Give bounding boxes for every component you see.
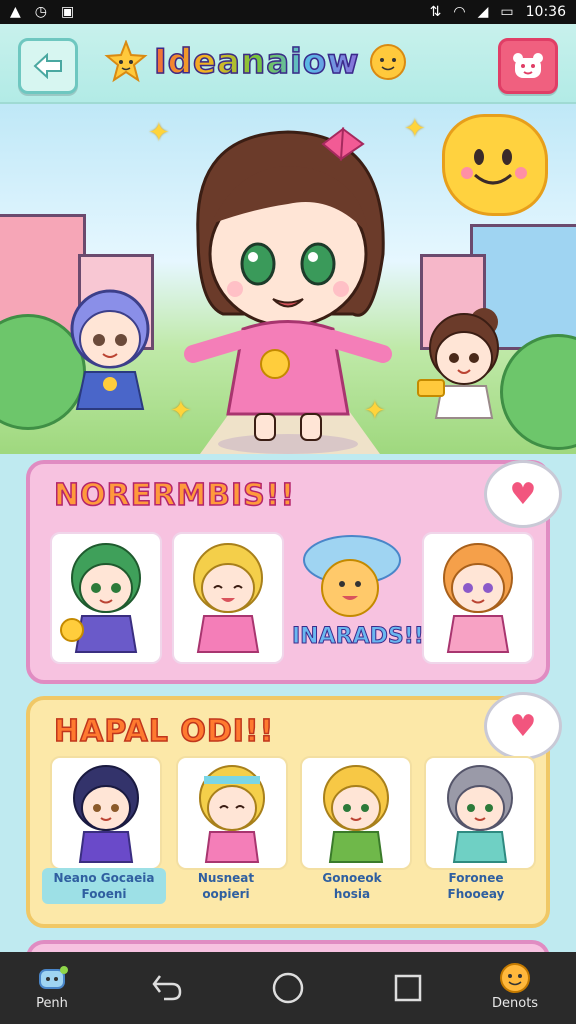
orange-hair-character — [443, 543, 513, 653]
main-character — [184, 126, 392, 454]
nav-profile[interactable]: Denots — [492, 962, 538, 1011]
nav-home-label: Penh — [36, 996, 68, 1011]
navy-hair-character — [73, 765, 139, 863]
circle-home-icon — [272, 972, 304, 1004]
app-title: Ideanaiow — [153, 41, 360, 83]
card-caption: Nusneat oopieri — [170, 870, 282, 902]
signal-icon: ◢ — [477, 4, 489, 20]
nav-home-circle[interactable] — [270, 970, 306, 1006]
card-caption: Neano Gocaeia Fooeni — [42, 868, 166, 904]
heart-bubble-icon[interactable]: ♥ — [484, 460, 562, 528]
warning-icon: ▲ — [10, 4, 21, 20]
character-card[interactable] — [172, 532, 284, 664]
hero-scene: ✦ ✦ ✦ ✦ — [0, 104, 576, 454]
caption-line: Fooeni — [81, 887, 127, 901]
panel-title: HAPAL ODI!! — [53, 713, 275, 750]
caption-line: Gonoeok — [322, 871, 382, 885]
card-caption: Gonoeok hosia — [296, 870, 408, 902]
nav-recents[interactable] — [392, 972, 424, 1004]
panel-title: NORERMBIS!! — [53, 477, 296, 514]
smiley-sun-bubble — [442, 114, 548, 216]
character-card[interactable] — [424, 756, 536, 870]
wifi-icon: ◠ — [453, 4, 466, 20]
headband-character — [199, 765, 265, 863]
back-button[interactable] — [18, 38, 78, 94]
nav-back[interactable] — [150, 972, 184, 1002]
caption-line: Neano Gocaeia — [53, 871, 155, 885]
caption-line: Fhooeay — [447, 887, 505, 901]
square-recents-icon — [394, 974, 422, 1002]
cloud-mascot — [292, 530, 410, 630]
character-card[interactable] — [300, 756, 412, 870]
nav-profile-label: Denots — [492, 996, 539, 1011]
caption-line: oopieri — [202, 887, 250, 901]
arrow-left-icon — [33, 53, 62, 79]
caption-line: hosia — [333, 887, 371, 901]
app-header: Ideanaiow — [0, 24, 576, 105]
yellow-hair-character — [323, 765, 389, 863]
featured-panel: NORERMBIS!! ♥ INARADS!! — [26, 460, 562, 684]
cloud-face-icon — [303, 535, 401, 617]
card-caption: Foronee Fhooeay — [420, 870, 532, 902]
profile-button[interactable] — [498, 38, 558, 94]
robot-icon — [39, 966, 68, 989]
data-icon: ⇅ — [429, 4, 442, 20]
nav-bar: Penh Denots — [0, 952, 576, 1024]
bear-icon — [513, 53, 543, 78]
character-card[interactable] — [50, 756, 162, 870]
smile-face-icon — [461, 149, 527, 185]
green-hair-character — [60, 543, 141, 653]
star-mascot-icon — [104, 40, 148, 83]
clock-icon: ◷ — [34, 4, 47, 20]
caption-line: Nusneat — [197, 871, 255, 885]
status-bar: ▲ ◷ ▣ ⇅ ◠ ◢ ▭ 10:36 — [0, 0, 576, 24]
banner-text: INARADS!! — [292, 624, 425, 650]
blonde-character — [193, 543, 263, 653]
silver-hair-character — [447, 765, 513, 863]
bun-hair-character — [417, 308, 499, 419]
character-card[interactable] — [422, 532, 534, 664]
app-title-area: Ideanaiow — [104, 34, 484, 90]
collection-panel: HAPAL ODI!! ♥ Neano Gocaeia Fooeni Nusne… — [26, 692, 562, 928]
notification-icon: ▣ — [61, 4, 75, 20]
heart-bubble-icon[interactable]: ♥ — [484, 692, 562, 760]
character-card[interactable] — [50, 532, 162, 664]
battery-icon: ▭ — [500, 4, 514, 20]
sun-mascot-icon — [369, 44, 406, 80]
nav-home[interactable]: Penh — [34, 964, 70, 1011]
blue-hair-character — [70, 289, 150, 410]
status-time: 10:36 — [525, 4, 566, 20]
back-arrow-icon — [152, 975, 182, 1001]
caption-line: Foronee — [448, 871, 504, 885]
sun-face-icon — [500, 963, 531, 993]
character-card[interactable] — [176, 756, 288, 870]
